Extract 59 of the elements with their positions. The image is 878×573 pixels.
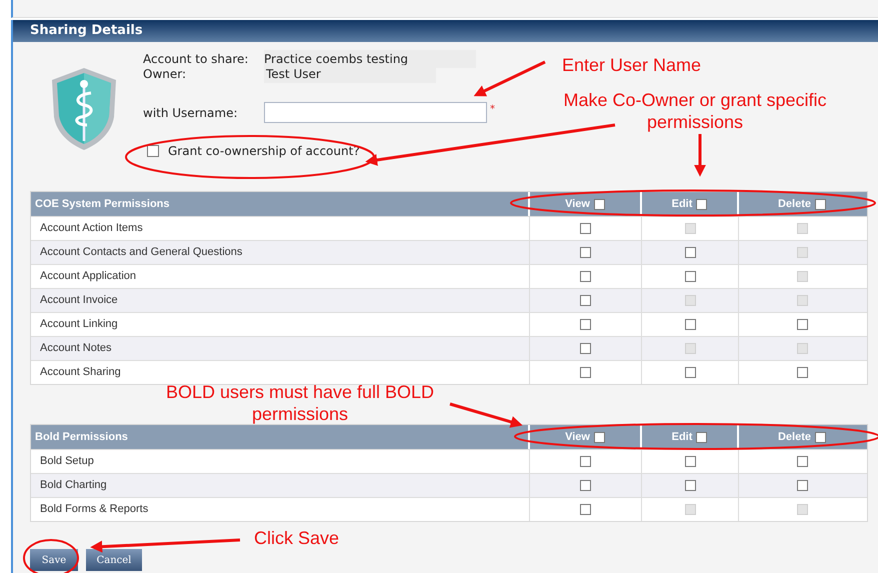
permission-checkbox[interactable]: [580, 456, 591, 467]
permission-checkbox[interactable]: [684, 367, 696, 378]
co-ownership-label: Grant co-ownership of account?: [168, 143, 360, 160]
column-header: Edit: [672, 196, 692, 212]
annotation-text: Make Co-Owner or grant specific permissions: [562, 89, 828, 133]
select-all-checkbox[interactable]: [594, 198, 605, 210]
co-ownership-checkbox[interactable]: [147, 145, 159, 157]
annotation-text: Click Save: [254, 527, 340, 550]
select-all-checkbox[interactable]: [696, 198, 708, 210]
permission-name: Bold Forms & Reports: [40, 502, 148, 518]
cancel-button[interactable]: Cancel: [86, 549, 142, 571]
permission-name: Account Notes: [40, 341, 112, 356]
select-all-checkbox[interactable]: [815, 432, 826, 442]
permission-name: Account Invoice: [40, 293, 118, 308]
permission-checkbox[interactable]: [684, 319, 696, 330]
permission-name: Bold Setup: [40, 454, 94, 470]
column-header: View: [565, 430, 590, 445]
permission-checkbox[interactable]: [796, 456, 808, 467]
username-label: with Username:: [143, 104, 238, 122]
permission-name: Bold Charting: [40, 478, 107, 494]
shield-caduceus-icon: [51, 67, 117, 151]
permission-checkbox[interactable]: [796, 319, 808, 330]
field-value: Practice coembs testing: [264, 50, 476, 68]
permission-checkbox[interactable]: [580, 271, 591, 282]
permission-name: Account Application: [40, 269, 136, 284]
column-header: Edit: [672, 430, 692, 445]
permission-checkbox[interactable]: [796, 480, 808, 491]
username-field[interactable]: [264, 102, 487, 123]
permission-checkbox[interactable]: [580, 247, 591, 258]
select-all-checkbox[interactable]: [696, 432, 708, 442]
permission-name: Account Linking: [40, 317, 118, 332]
permission-checkbox[interactable]: [796, 367, 808, 378]
select-all-checkbox[interactable]: [594, 432, 605, 442]
permission-checkbox[interactable]: [684, 480, 696, 491]
permission-checkbox[interactable]: [580, 367, 591, 378]
permission-checkbox[interactable]: [684, 271, 696, 282]
field-value: Test User: [264, 64, 436, 82]
save-button[interactable]: Save: [30, 549, 78, 571]
annotation-text: BOLD users must have full BOLD permissions: [164, 381, 436, 425]
permission-checkbox[interactable]: [580, 223, 591, 234]
permission-checkbox[interactable]: [580, 480, 591, 491]
permission-checkbox[interactable]: [580, 504, 591, 515]
field-label: Owner:: [143, 66, 188, 82]
permission-checkbox[interactable]: [684, 456, 696, 467]
column-header: View: [565, 196, 590, 212]
field-label: Account to share:: [143, 50, 250, 68]
permission-checkbox[interactable]: [580, 343, 591, 354]
permission-checkbox[interactable]: [684, 247, 696, 258]
permission-checkbox[interactable]: [580, 319, 591, 330]
permission-name: Account Sharing: [40, 365, 121, 380]
panel-title: Sharing Details: [30, 22, 143, 40]
select-all-checkbox[interactable]: [815, 198, 826, 210]
column-header: Delete: [778, 430, 812, 445]
permission-name: Account Action Items: [40, 221, 143, 236]
permission-checkbox[interactable]: [580, 295, 591, 306]
column-header: Delete: [778, 196, 812, 212]
required-mark: *: [490, 103, 495, 117]
permission-name: Account Contacts and General Questions: [40, 245, 242, 260]
annotation-text: Enter User Name: [562, 54, 702, 77]
